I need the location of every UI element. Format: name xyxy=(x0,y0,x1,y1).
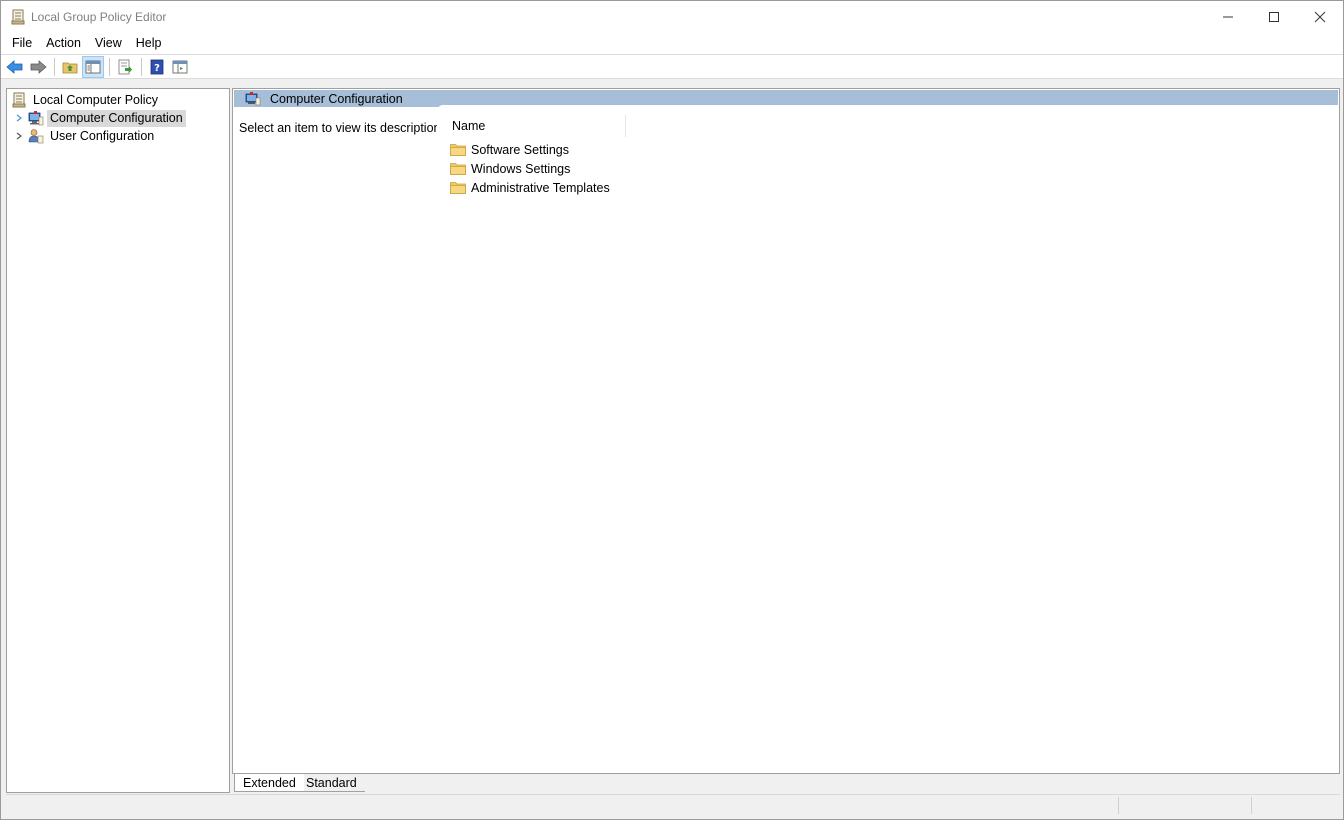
export-list-button[interactable] xyxy=(114,56,136,78)
computer-config-header-icon xyxy=(245,91,261,106)
minimize-button[interactable] xyxy=(1205,1,1251,32)
folder-icon xyxy=(450,162,466,175)
toolbar-separator xyxy=(141,57,142,76)
menu-view[interactable]: View xyxy=(88,33,129,53)
forward-icon xyxy=(30,59,47,74)
view-tabs: Extended Standard xyxy=(232,774,1340,793)
tree-root-local-computer-policy[interactable]: Local Computer Policy xyxy=(11,91,161,109)
back-icon xyxy=(6,59,23,74)
details-header-title: Computer Configuration xyxy=(270,91,403,106)
maximize-button[interactable] xyxy=(1251,1,1297,32)
up-one-level-button[interactable] xyxy=(59,56,81,78)
tree-item-label: User Configuration xyxy=(50,128,155,143)
properties-icon xyxy=(172,60,188,73)
app-window: Local Group Policy Editor File Action Vi… xyxy=(0,0,1344,820)
help-button[interactable]: ? xyxy=(146,56,168,78)
status-bar xyxy=(6,794,1340,815)
items-list[interactable]: Name Software Settings Windows Settings … xyxy=(437,105,1339,773)
svg-text:?: ? xyxy=(154,63,160,74)
menu-file[interactable]: File xyxy=(5,33,39,53)
details-pane: Computer Configuration Select an item to… xyxy=(232,88,1340,774)
policy-editor-app-icon xyxy=(10,9,26,25)
properties-button[interactable] xyxy=(169,56,191,78)
list-item-windows-settings[interactable]: Windows Settings xyxy=(450,159,570,178)
window-title: Local Group Policy Editor xyxy=(31,9,167,24)
toolbar-separator xyxy=(109,57,110,76)
window-controls xyxy=(1205,1,1343,32)
policy-scroll-icon xyxy=(11,92,27,108)
description-text: Select an item to view its description. xyxy=(239,121,444,135)
export-list-icon xyxy=(118,59,132,74)
expand-chevron-icon[interactable] xyxy=(14,131,24,141)
computer-config-icon xyxy=(28,110,44,126)
tab-standard-label: Standard xyxy=(306,775,357,790)
toolbar-separator xyxy=(54,57,55,76)
folder-icon xyxy=(450,181,466,194)
tree-item-user-configuration[interactable]: User Configuration xyxy=(14,127,157,145)
expand-chevron-icon[interactable] xyxy=(14,113,24,123)
minimize-icon xyxy=(1223,16,1233,17)
forward-button[interactable] xyxy=(27,56,49,78)
maximize-icon xyxy=(1269,11,1279,22)
list-item-administrative-templates[interactable]: Administrative Templates xyxy=(450,178,610,197)
title-bar[interactable]: Local Group Policy Editor xyxy=(1,1,1343,32)
console-tree[interactable]: Local Computer Policy Computer Configura… xyxy=(6,88,230,793)
help-icon: ? xyxy=(150,59,164,74)
tree-root-label: Local Computer Policy xyxy=(33,92,159,107)
tree-item-computer-configuration[interactable]: Computer Configuration xyxy=(14,109,186,127)
folder-icon xyxy=(450,143,466,156)
list-item-label: Windows Settings xyxy=(471,161,571,176)
menu-bar: File Action View Help xyxy=(1,32,1343,54)
menu-help[interactable]: Help xyxy=(129,33,169,53)
column-header-label: Name xyxy=(452,119,486,133)
user-config-icon xyxy=(28,128,44,144)
toolbar: ? xyxy=(1,54,1343,79)
list-item-software-settings[interactable]: Software Settings xyxy=(450,140,569,159)
tree-item-label: Computer Configuration xyxy=(47,109,186,127)
show-hide-tree-icon xyxy=(85,60,101,73)
list-item-label: Administrative Templates xyxy=(471,180,610,195)
back-button[interactable] xyxy=(4,56,26,78)
tab-standard[interactable]: Standard xyxy=(298,774,365,792)
up-folder-icon xyxy=(62,62,78,73)
close-icon xyxy=(1314,11,1326,22)
column-header-name[interactable]: Name xyxy=(437,115,626,137)
tab-extended-label: Extended xyxy=(243,775,296,790)
tab-extended[interactable]: Extended xyxy=(234,774,304,792)
close-button[interactable] xyxy=(1297,1,1343,32)
menu-action[interactable]: Action xyxy=(39,33,88,53)
show-hide-console-tree-button[interactable] xyxy=(82,55,104,78)
list-item-label: Software Settings xyxy=(471,142,569,157)
status-divider xyxy=(1251,797,1252,814)
status-divider xyxy=(1118,797,1119,814)
